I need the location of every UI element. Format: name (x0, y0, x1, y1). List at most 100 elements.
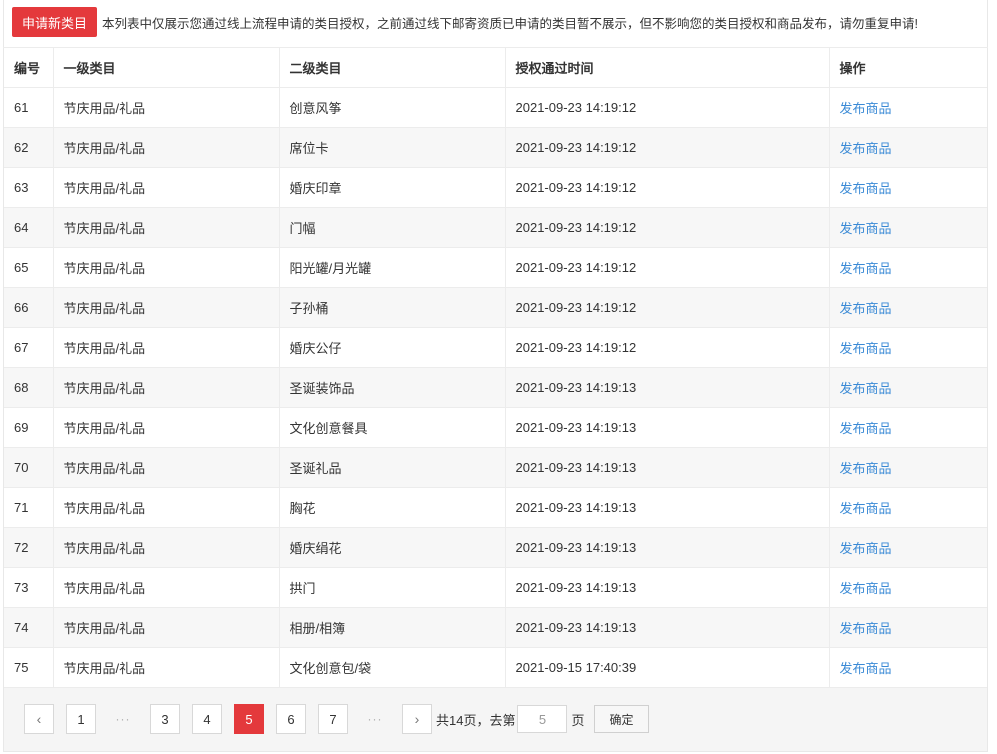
table-row: 65 节庆用品/礼品 阳光罐/月光罐 2021-09-23 14:19:12 发布商品 (4, 247, 987, 288)
cell-id: 68 (4, 367, 54, 408)
cell-category-1: 节庆用品/礼品 (53, 367, 280, 408)
cell-category-2: 文化创意餐具 (279, 407, 506, 448)
cell-id: 61 (4, 87, 54, 128)
cell-auth-time: 2021-09-23 14:19:12 (505, 127, 830, 168)
cell-category-1: 节庆用品/礼品 (53, 167, 280, 208)
cell-category-2: 相册/相簿 (279, 607, 506, 648)
table-row: 66 节庆用品/礼品 子孙桶 2021-09-23 14:19:12 发布商品 (4, 287, 987, 328)
table-row: 62 节庆用品/礼品 席位卡 2021-09-23 14:19:12 发布商品 (4, 127, 987, 168)
page-button-current[interactable]: 5 (234, 704, 264, 734)
cell-category-1: 节庆用品/礼品 (53, 287, 280, 328)
cell-category-2: 文化创意包/袋 (279, 647, 506, 688)
cell-category-2: 圣诞装饰品 (279, 367, 506, 408)
cell-auth-time: 2021-09-23 14:19:13 (505, 487, 830, 528)
cell-auth-time: 2021-09-23 14:19:12 (505, 247, 830, 288)
page-button[interactable]: 4 (192, 704, 222, 734)
top-bar: 申请新类目 本列表中仅展示您通过线上流程申请的类目授权，之前通过线下邮寄资质已申… (12, 6, 918, 38)
cell-id: 64 (4, 207, 54, 248)
publish-product-link[interactable]: 发布商品 (840, 181, 892, 196)
table-row: 63 节庆用品/礼品 婚庆印章 2021-09-23 14:19:12 发布商品 (4, 167, 987, 208)
publish-product-link[interactable]: 发布商品 (840, 221, 892, 236)
column-header-category-1: 一级类目 (53, 48, 280, 88)
column-header-id: 编号 (4, 48, 54, 88)
cell-category-2: 婚庆绢花 (279, 527, 506, 568)
cell-action: 发布商品 (829, 647, 987, 688)
cell-action: 发布商品 (829, 607, 987, 648)
publish-product-link[interactable]: 发布商品 (840, 501, 892, 516)
publish-product-link[interactable]: 发布商品 (840, 661, 892, 676)
page-button[interactable]: 6 (276, 704, 306, 734)
cell-action: 发布商品 (829, 567, 987, 608)
publish-product-link[interactable]: 发布商品 (840, 541, 892, 556)
page-button-first[interactable]: 1 (66, 704, 96, 734)
cell-action: 发布商品 (829, 247, 987, 288)
cell-category-2: 圣诞礼品 (279, 447, 506, 488)
cell-id: 70 (4, 447, 54, 488)
cell-id: 72 (4, 527, 54, 568)
cell-category-1: 节庆用品/礼品 (53, 527, 280, 568)
cell-category-1: 节庆用品/礼品 (53, 327, 280, 368)
table-row: 72 节庆用品/礼品 婚庆绢花 2021-09-23 14:19:13 发布商品 (4, 527, 987, 568)
chevron-left-icon: ‹ (36, 711, 42, 727)
table-row: 61 节庆用品/礼品 创意风筝 2021-09-23 14:19:12 发布商品 (4, 87, 987, 128)
table-row: 64 节庆用品/礼品 门幅 2021-09-23 14:19:12 发布商品 (4, 207, 987, 248)
cell-action: 发布商品 (829, 367, 987, 408)
page-button[interactable]: 3 (150, 704, 180, 734)
publish-product-link[interactable]: 发布商品 (840, 461, 892, 476)
apply-new-category-button[interactable]: 申请新类目 (12, 7, 98, 37)
publish-product-link[interactable]: 发布商品 (840, 581, 892, 596)
cell-category-1: 节庆用品/礼品 (53, 607, 280, 648)
cell-auth-time: 2021-09-23 14:19:13 (505, 527, 830, 568)
cell-id: 75 (4, 647, 54, 688)
publish-product-link[interactable]: 发布商品 (840, 421, 892, 436)
cell-action: 发布商品 (829, 447, 987, 488)
next-page-button[interactable]: › (402, 704, 432, 734)
table-row: 74 节庆用品/礼品 相册/相簿 2021-09-23 14:19:13 发布商品 (4, 607, 987, 648)
cell-action: 发布商品 (829, 327, 987, 368)
cell-id: 65 (4, 247, 54, 288)
cell-id: 62 (4, 127, 54, 168)
cell-id: 73 (4, 567, 54, 608)
cell-auth-time: 2021-09-23 14:19:13 (505, 447, 830, 488)
prev-page-button[interactable]: ‹ (24, 704, 54, 734)
cell-id: 74 (4, 607, 54, 648)
publish-product-link[interactable]: 发布商品 (840, 261, 892, 276)
cell-category-2: 胸花 (279, 487, 506, 528)
pagination-ellipsis-left: ··· (115, 712, 131, 726)
publish-product-link[interactable]: 发布商品 (840, 621, 892, 636)
publish-product-link[interactable]: 发布商品 (840, 381, 892, 396)
cell-category-2: 婚庆印章 (279, 167, 506, 208)
table-row: 68 节庆用品/礼品 圣诞装饰品 2021-09-23 14:19:13 发布商品 (4, 367, 987, 408)
category-table: 编号 一级类目 二级类目 授权通过时间 操作 61 节庆用品/礼品 创意风筝 2021… (4, 48, 987, 688)
table-row: 67 节庆用品/礼品 婚庆公仔 2021-09-23 14:19:12 发布商品 (4, 327, 987, 368)
pagination-bar: ‹ 1 ··· 3 4 5 6 7 ··· › 共14页，去第 页 确定 (4, 688, 987, 751)
cell-action: 发布商品 (829, 527, 987, 568)
cell-category-2: 创意风筝 (279, 87, 506, 128)
cell-category-1: 节庆用品/礼品 (53, 207, 280, 248)
cell-category-2: 门幅 (279, 207, 506, 248)
goto-confirm-button[interactable]: 确定 (594, 705, 649, 733)
cell-auth-time: 2021-09-23 14:19:13 (505, 367, 830, 408)
cell-action: 发布商品 (829, 487, 987, 528)
goto-page-input[interactable] (517, 705, 568, 733)
cell-category-1: 节庆用品/礼品 (53, 127, 280, 168)
publish-product-link[interactable]: 发布商品 (840, 141, 892, 156)
cell-auth-time: 2021-09-23 14:19:12 (505, 327, 830, 368)
cell-action: 发布商品 (829, 407, 987, 448)
cell-auth-time: 2021-09-23 14:19:13 (505, 567, 830, 608)
publish-product-link[interactable]: 发布商品 (840, 341, 892, 356)
cell-category-1: 节庆用品/礼品 (53, 487, 280, 528)
cell-id: 67 (4, 327, 54, 368)
cell-auth-time: 2021-09-23 14:19:13 (505, 607, 830, 648)
cell-category-2: 拱门 (279, 567, 506, 608)
cell-action: 发布商品 (829, 207, 987, 248)
cell-auth-time: 2021-09-15 17:40:39 (505, 647, 830, 688)
cell-auth-time: 2021-09-23 14:19:12 (505, 207, 830, 248)
cell-category-2: 阳光罐/月光罐 (279, 247, 506, 288)
publish-product-link[interactable]: 发布商品 (840, 301, 892, 316)
page-button[interactable]: 7 (318, 704, 348, 734)
cell-category-1: 节庆用品/礼品 (53, 567, 280, 608)
cell-id: 71 (4, 487, 54, 528)
publish-product-link[interactable]: 发布商品 (840, 101, 892, 116)
cell-auth-time: 2021-09-23 14:19:12 (505, 167, 830, 208)
